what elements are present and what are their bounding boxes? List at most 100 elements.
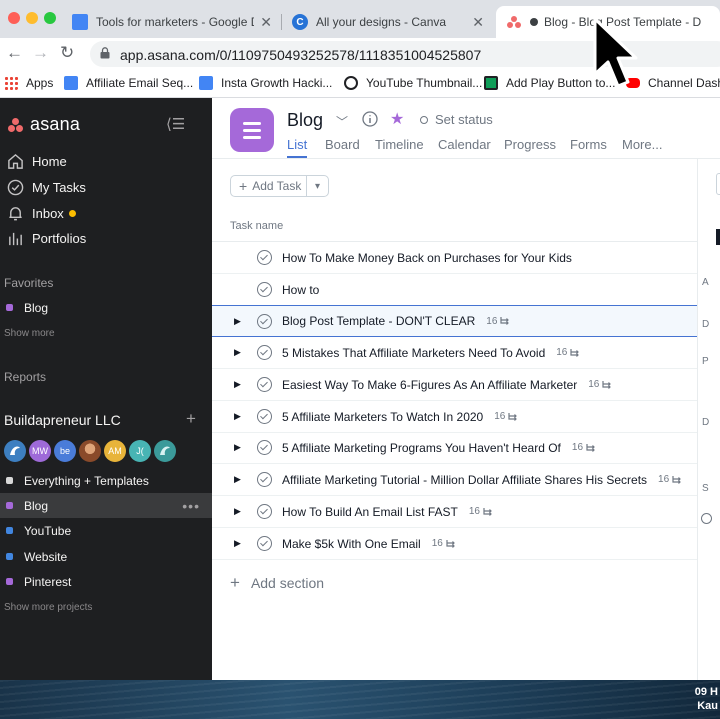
complete-task-checkbox[interactable] bbox=[257, 250, 272, 265]
chevron-down-icon[interactable]: ﹀ bbox=[336, 113, 348, 130]
avatar[interactable] bbox=[4, 440, 26, 462]
avatar[interactable]: AM bbox=[104, 440, 126, 462]
reports-heading[interactable]: Reports bbox=[4, 370, 46, 384]
show-more-favorites-link[interactable]: Show more bbox=[4, 328, 55, 339]
tab-progress[interactable]: Progress bbox=[504, 137, 556, 152]
sidebar-item-my-tasks[interactable]: My Tasks bbox=[6, 178, 86, 196]
tab-more[interactable]: More... bbox=[622, 137, 662, 152]
task-row[interactable]: ▶ 5 Affiliate Marketers To Watch In 2020… bbox=[212, 401, 697, 433]
browser-tab-google-docs[interactable]: Tools for marketers - Google Do ✕ bbox=[62, 6, 282, 38]
add-project-plus-icon[interactable]: + bbox=[186, 409, 196, 429]
favorites-heading[interactable]: Favorites bbox=[4, 276, 53, 290]
panel-circle-icon[interactable] bbox=[701, 513, 712, 524]
subtask-count[interactable]: 16 bbox=[432, 538, 457, 549]
task-row[interactable]: How To Make Money Back on Purchases for … bbox=[212, 242, 697, 274]
task-row[interactable]: ▶ Easiest Way To Make 6-Figures As An Af… bbox=[212, 369, 697, 401]
complete-task-checkbox[interactable] bbox=[257, 282, 272, 297]
project-item-blog[interactable]: Blog ••• bbox=[0, 493, 212, 518]
minimize-window-button[interactable] bbox=[26, 12, 38, 24]
sidebar-item-portfolios[interactable]: Portfolios bbox=[6, 229, 86, 247]
task-row[interactable]: ▶ 5 Affiliate Marketing Programs You Hav… bbox=[212, 432, 697, 464]
bookmark-youtube-thumbnail[interactable]: YouTube Thumbnail... bbox=[344, 74, 482, 92]
bookmark-insta-growth[interactable]: Insta Growth Hacki... bbox=[199, 74, 332, 92]
subtask-count[interactable]: 16 bbox=[556, 347, 581, 358]
task-name[interactable]: 5 Affiliate Marketers To Watch In 2020 bbox=[282, 410, 483, 424]
avatar[interactable]: J( bbox=[129, 440, 151, 462]
add-section-button[interactable]: + Add section bbox=[230, 573, 324, 593]
subtask-count[interactable]: 16 bbox=[658, 474, 683, 485]
close-tab-icon[interactable]: ✕ bbox=[472, 14, 484, 31]
subtask-count[interactable]: 16 bbox=[588, 379, 613, 390]
close-tab-icon[interactable]: ✕ bbox=[260, 14, 272, 31]
task-name[interactable]: How to bbox=[282, 283, 319, 297]
task-name[interactable]: Affiliate Marketing Tutorial - Million D… bbox=[282, 473, 647, 487]
task-name[interactable]: Easiest Way To Make 6-Figures As An Affi… bbox=[282, 378, 577, 392]
task-name[interactable]: Make $5k With One Email bbox=[282, 537, 421, 551]
task-name[interactable]: 5 Affiliate Marketing Programs You Haven… bbox=[282, 441, 561, 455]
tab-calendar[interactable]: Calendar bbox=[438, 137, 491, 152]
reload-icon[interactable]: ↻ bbox=[60, 43, 74, 63]
task-name[interactable]: 5 Mistakes That Affiliate Marketers Need… bbox=[282, 346, 545, 360]
task-name[interactable]: How To Build An Email List FAST bbox=[282, 505, 458, 519]
task-name[interactable]: Blog Post Template - DON'T CLEAR bbox=[282, 314, 475, 328]
sidebar-item-inbox[interactable]: Inbox bbox=[6, 204, 76, 222]
complete-task-checkbox[interactable] bbox=[257, 313, 272, 329]
avatar[interactable]: be bbox=[54, 440, 76, 462]
complete-task-checkbox[interactable] bbox=[257, 345, 272, 360]
complete-task-checkbox[interactable] bbox=[257, 536, 272, 551]
avatar[interactable] bbox=[154, 440, 176, 462]
project-item-pinterest[interactable]: Pinterest bbox=[0, 569, 212, 594]
sidebar-item-home[interactable]: Home bbox=[6, 152, 67, 170]
bookmark-apps[interactable]: Apps bbox=[4, 74, 53, 92]
complete-task-checkbox[interactable] bbox=[257, 377, 272, 392]
complete-task-checkbox[interactable] bbox=[257, 440, 272, 455]
subtask-count[interactable]: 16 bbox=[494, 411, 519, 422]
task-row[interactable]: ▶ Make $5k With One Email 16 bbox=[212, 528, 697, 560]
complete-task-checkbox[interactable] bbox=[257, 472, 272, 487]
tab-board[interactable]: Board bbox=[325, 137, 360, 152]
project-list-icon[interactable] bbox=[230, 108, 274, 152]
task-row[interactable]: ▶ 5 Mistakes That Affiliate Marketers Ne… bbox=[212, 337, 697, 369]
subtask-count[interactable]: 16 bbox=[469, 506, 494, 517]
collapse-sidebar-icon[interactable]: ⟨☰ bbox=[166, 115, 185, 133]
expand-caret-icon[interactable]: ▶ bbox=[234, 538, 241, 549]
favorite-star-icon[interactable]: ★ bbox=[390, 109, 404, 129]
avatar-photo[interactable] bbox=[79, 440, 101, 462]
team-name[interactable]: Buildapreneur LLC bbox=[4, 412, 121, 428]
expand-caret-icon[interactable]: ▶ bbox=[234, 379, 241, 390]
expand-caret-icon[interactable]: ▶ bbox=[234, 347, 241, 358]
info-icon[interactable] bbox=[362, 111, 378, 130]
complete-task-checkbox[interactable] bbox=[257, 504, 272, 519]
close-window-button[interactable] bbox=[8, 12, 20, 24]
favorite-item-blog[interactable]: Blog bbox=[0, 295, 212, 320]
tab-forms[interactable]: Forms bbox=[570, 137, 607, 152]
add-task-button[interactable]: + Add Task bbox=[231, 176, 307, 196]
subtask-count[interactable]: 16 bbox=[572, 442, 597, 453]
set-status-button[interactable]: Set status bbox=[420, 112, 493, 127]
expand-caret-icon[interactable]: ▶ bbox=[234, 411, 241, 422]
bookmark-affiliate-email[interactable]: Affiliate Email Seq... bbox=[64, 74, 193, 92]
column-header-task-name[interactable]: Task name bbox=[230, 220, 283, 232]
expand-caret-icon[interactable]: ▶ bbox=[234, 506, 241, 517]
show-more-projects-link[interactable]: Show more projects bbox=[4, 602, 92, 613]
bookmark-channel-dashboard[interactable]: Channel Dashb bbox=[626, 74, 720, 92]
task-row[interactable]: ▶ How To Build An Email List FAST 16 bbox=[212, 496, 697, 528]
expand-caret-icon[interactable]: ▶ bbox=[234, 316, 241, 327]
tab-timeline[interactable]: Timeline bbox=[375, 137, 424, 152]
expand-caret-icon[interactable]: ▶ bbox=[234, 442, 241, 453]
back-arrow-icon[interactable]: ← bbox=[6, 43, 23, 63]
more-options-icon[interactable]: ••• bbox=[182, 498, 200, 514]
avatar[interactable]: MW bbox=[29, 440, 51, 462]
expand-caret-icon[interactable]: ▶ bbox=[234, 474, 241, 485]
task-row-highlighted[interactable]: ▶ Blog Post Template - DON'T CLEAR 16 bbox=[212, 305, 697, 337]
project-item-website[interactable]: Website bbox=[0, 544, 212, 569]
complete-task-checkbox[interactable] bbox=[257, 409, 272, 424]
forward-arrow-icon[interactable]: → bbox=[32, 43, 49, 63]
subtask-count[interactable]: 16 bbox=[486, 316, 511, 327]
panel-button[interactable] bbox=[716, 173, 720, 195]
project-item-everything-templates[interactable]: Everything + Templates bbox=[0, 468, 212, 493]
asana-logo[interactable]: asana bbox=[8, 114, 80, 135]
tab-list[interactable]: List bbox=[287, 137, 307, 152]
project-title[interactable]: Blog bbox=[287, 110, 323, 131]
task-row[interactable]: How to bbox=[212, 274, 697, 306]
